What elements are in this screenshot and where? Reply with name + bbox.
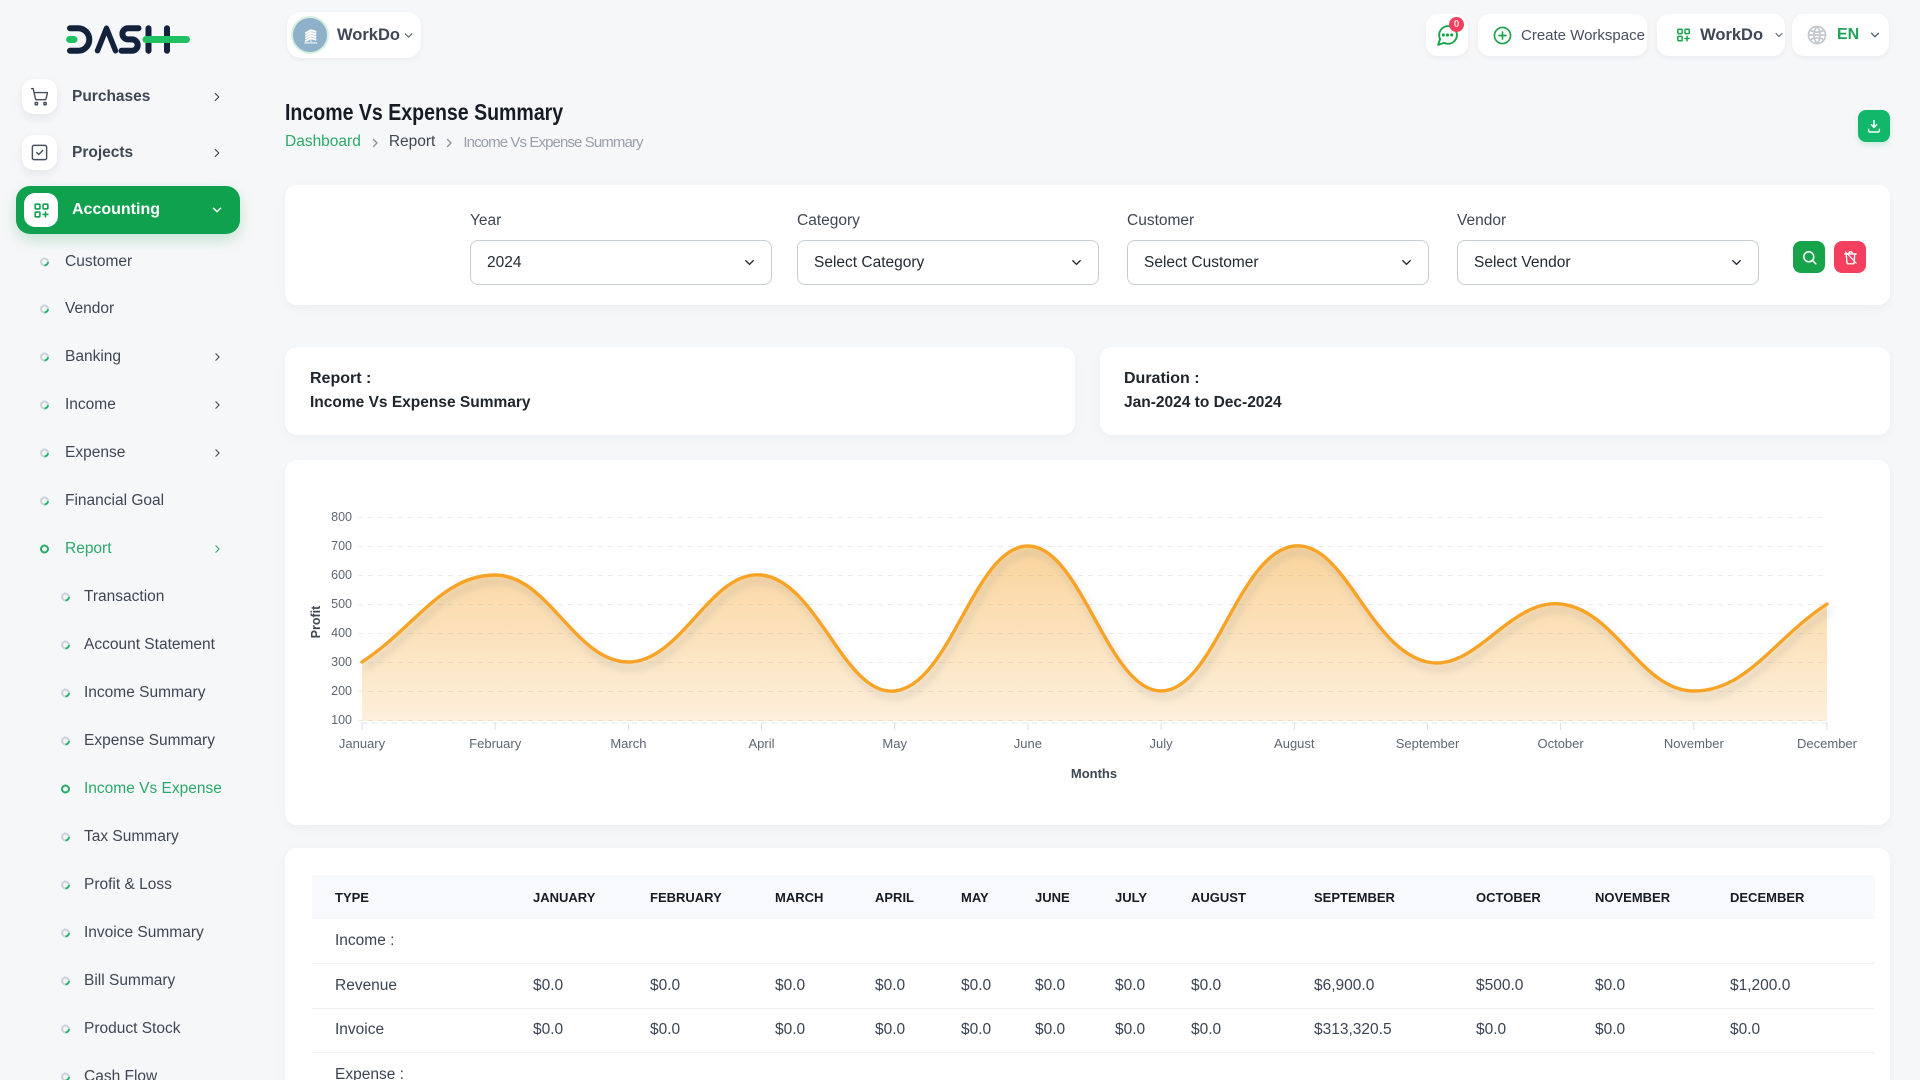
svg-text:January: January <box>339 736 386 751</box>
svg-text:February: February <box>469 736 522 751</box>
svg-text:400: 400 <box>331 626 352 640</box>
svg-text:April: April <box>748 736 774 751</box>
svg-text:Months: Months <box>1071 766 1117 781</box>
svg-text:September: September <box>1396 736 1460 751</box>
svg-text:March: March <box>610 736 646 751</box>
svg-text:December: December <box>1797 736 1858 751</box>
svg-text:200: 200 <box>331 684 352 698</box>
svg-text:800: 800 <box>331 510 352 524</box>
svg-text:100: 100 <box>331 713 352 727</box>
svg-text:May: May <box>882 736 907 751</box>
svg-text:700: 700 <box>331 539 352 553</box>
svg-text:October: October <box>1537 736 1584 751</box>
svg-text:November: November <box>1664 736 1725 751</box>
svg-text:June: June <box>1014 736 1042 751</box>
svg-text:300: 300 <box>331 655 352 669</box>
svg-text:July: July <box>1150 736 1174 751</box>
svg-text:600: 600 <box>331 568 352 582</box>
svg-text:500: 500 <box>331 597 352 611</box>
svg-text:August: August <box>1274 736 1315 751</box>
svg-text:Profit: Profit <box>309 605 323 638</box>
